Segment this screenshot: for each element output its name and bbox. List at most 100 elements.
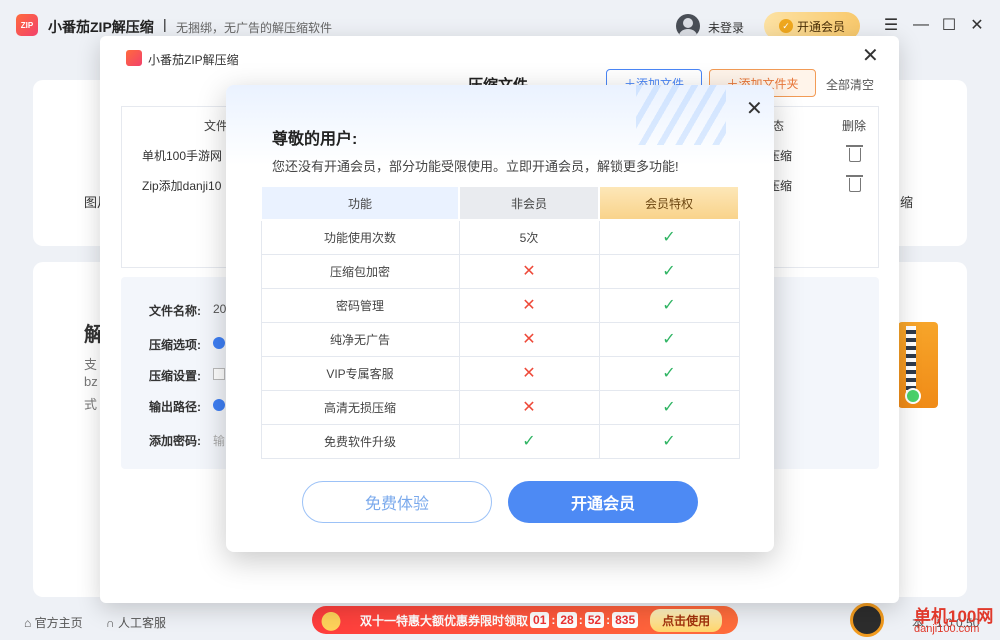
column-header-delete: 删除: [842, 119, 867, 133]
password-label: 添加密码:: [149, 434, 201, 448]
feature-desc-line: bz: [84, 374, 98, 389]
countdown-ms: 835: [612, 612, 639, 628]
trash-icon[interactable]: [846, 145, 863, 162]
compress-setting-checkbox[interactable]: [213, 368, 225, 380]
feature-name: 高清无损压缩: [260, 389, 460, 425]
modal-description: 您还没有开通会员，部分功能受限使用。立即开通会员，解锁更多功能!: [272, 159, 679, 174]
gift-icon: [314, 606, 348, 634]
feature-desc-line: 支: [84, 357, 98, 372]
non-member-value: ✕: [458, 321, 600, 357]
check-icon: ✓: [522, 433, 536, 450]
watermark: 单机100网 danji100.com: [850, 601, 1000, 640]
non-member-value: ✕: [458, 253, 600, 289]
app-subtitle: 无捆绑，无广告的解压缩软件: [176, 21, 333, 35]
non-member-value: ✓: [458, 423, 600, 459]
home-link[interactable]: ⌂ 官方主页: [24, 614, 83, 631]
check-icon: ✓: [662, 229, 676, 247]
comparison-row: 密码管理 ✕ ✓: [260, 287, 740, 323]
login-status[interactable]: 未登录: [708, 19, 744, 36]
header-non-member: 非会员: [458, 185, 600, 221]
cross-icon: ✕: [522, 365, 536, 382]
free-trial-button[interactable]: 免费体验: [302, 481, 492, 523]
trash-icon[interactable]: [846, 175, 863, 192]
feature-name: 免费软件升级: [260, 423, 460, 459]
zip-file-illustration: [898, 322, 938, 408]
clear-all-button[interactable]: 全部清空: [826, 76, 874, 93]
check-icon: ✓: [662, 331, 676, 348]
compress-window-title: 小番茄ZIP解压缩: [148, 53, 239, 67]
comparison-row: 免费软件升级 ✓ ✓: [260, 423, 740, 459]
feature-name: 压缩包加密: [260, 253, 460, 289]
comparison-row: 功能使用次数 5次 ✓: [260, 219, 740, 255]
countdown-days: 01: [530, 612, 550, 628]
promo-banner[interactable]: 双十一特惠大额优惠券限时领取 01: 28: 52: 835 点击使用: [312, 606, 738, 634]
compress-option-label: 压缩选项:: [149, 338, 201, 352]
file-row-name[interactable]: 单机100手游网: [142, 147, 222, 164]
header-feature: 功能: [260, 185, 460, 221]
output-path-radio[interactable]: [213, 399, 225, 411]
file-row-name[interactable]: Zip添加danji10: [142, 177, 221, 194]
feature-name: 功能使用次数: [260, 219, 460, 255]
column-header-name: 文件: [204, 119, 229, 133]
check-icon: ✓: [662, 263, 676, 280]
check-icon: ✓: [662, 297, 676, 314]
menu-icon[interactable]: ☰: [880, 14, 902, 36]
user-avatar-icon[interactable]: [676, 14, 700, 38]
comparison-row: 压缩包加密 ✕ ✓: [260, 253, 740, 289]
comparison-row: 高清无损压缩 ✕ ✓: [260, 389, 740, 425]
countdown-minutes: 52: [584, 612, 605, 628]
cross-icon: ✕: [522, 399, 536, 416]
output-path-label: 输出路径:: [149, 400, 201, 414]
promo-use-button[interactable]: 点击使用: [650, 608, 723, 632]
compress-window-logo-icon: [126, 50, 142, 66]
app-logo-text: ZIP: [20, 20, 34, 30]
cross-icon: ✕: [522, 297, 536, 314]
member-value: ✓: [598, 389, 740, 425]
compress-option-radio[interactable]: [213, 337, 225, 349]
close-icon[interactable]: ✕: [966, 14, 988, 36]
promo-text: 双十一特惠大额优惠券限时领取: [360, 613, 529, 628]
non-member-value: ✕: [458, 355, 600, 391]
member-comparison-table: 功能 非会员 会员特权 功能使用次数 5次 ✓ 压缩包加密 ✕ ✓ 密码管理 ✕ ✓ 纯净无广告 ✕…: [260, 185, 740, 459]
comparison-row: 纯净无广告 ✕ ✓: [260, 321, 740, 357]
service-link[interactable]: ∩ 人工客服: [106, 614, 166, 631]
check-icon: ✓: [662, 399, 676, 416]
member-value: ✓: [598, 287, 740, 323]
feature-name: 密码管理: [260, 287, 460, 323]
crown-icon: ✓: [778, 19, 793, 33]
countdown-hours: 28: [557, 612, 577, 628]
app-logo-icon: ZIP: [16, 14, 38, 36]
comparison-row: VIP专属客服 ✕ ✓: [260, 355, 740, 391]
maximize-icon[interactable]: ☐: [938, 14, 960, 36]
cross-icon: ✕: [522, 263, 536, 280]
non-member-value: 5次: [458, 219, 600, 255]
watermark-sub: danji100.com: [914, 623, 980, 635]
password-field[interactable]: 输: [213, 432, 225, 449]
minimize-icon[interactable]: —: [910, 14, 932, 36]
non-member-value: ✕: [458, 287, 600, 323]
compress-window-close-icon[interactable]: ✕: [862, 46, 879, 66]
member-value: ✓: [598, 423, 740, 459]
top-vip-label: 开通会员: [796, 19, 845, 34]
title-separator: |: [163, 16, 167, 32]
watermark-logo-icon: [850, 603, 884, 637]
open-vip-button[interactable]: 开通会员: [508, 481, 698, 523]
service-link-label: 人工客服: [117, 616, 166, 630]
vip-modal: ✕ 尊敬的用户: 您还没有开通会员，部分功能受限使用。立即开通会员，解锁更多功能…: [226, 85, 774, 552]
modal-close-icon[interactable]: ✕: [746, 99, 763, 119]
member-value: ✓: [598, 219, 740, 255]
modal-greeting: 尊敬的用户:: [272, 131, 358, 148]
filename-field[interactable]: 20: [213, 302, 226, 316]
member-value: ✓: [598, 253, 740, 289]
check-icon: ✓: [662, 433, 676, 450]
tool-label-right: 缩: [900, 195, 914, 210]
header-member: 会员特权: [598, 185, 740, 221]
feature-name: 纯净无广告: [260, 321, 460, 357]
cross-icon: ✕: [522, 331, 536, 348]
compress-setting-label: 压缩设置:: [149, 369, 201, 383]
member-value: ✓: [598, 355, 740, 391]
feature-desc-line: 式: [84, 397, 98, 412]
non-member-value: ✕: [458, 389, 600, 425]
app-title: 小番茄ZIP解压缩: [48, 19, 154, 35]
member-value: ✓: [598, 321, 740, 357]
